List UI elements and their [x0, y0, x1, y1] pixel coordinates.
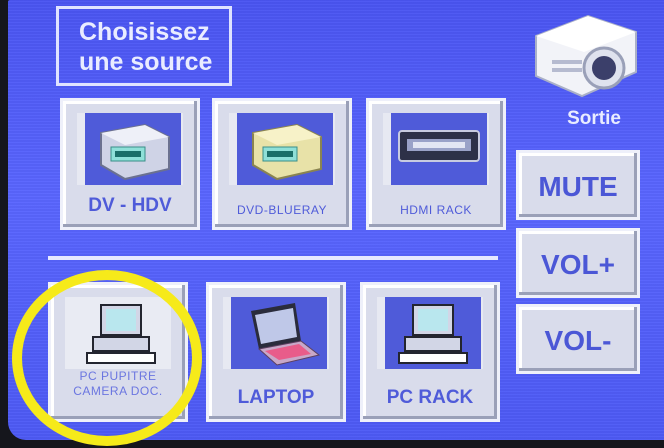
source-label: DVD-BLUERAY	[237, 203, 327, 217]
laptop-icon	[231, 297, 327, 369]
projector-icon	[535, 14, 637, 98]
output-label: Sortie	[567, 108, 621, 129]
rack-device-icon	[391, 113, 487, 185]
page-title: Choisissez une source	[56, 6, 232, 86]
source-label: PC RACK	[386, 387, 474, 408]
source-button-laptop[interactable]: LAPTOP	[206, 282, 346, 422]
tape-deck-icon	[237, 113, 333, 185]
source-label: LAPTOP	[237, 387, 315, 408]
volume-down-button[interactable]: VOL-	[516, 304, 640, 374]
source-button-hdmi-rack[interactable]: HDMI RACK	[366, 98, 506, 230]
divider	[48, 256, 498, 260]
computer-icon	[385, 297, 481, 369]
source-button-dv-hdv[interactable]: DV - HDV	[60, 98, 200, 230]
source-button-pc-rack[interactable]: PC RACK	[360, 282, 500, 422]
source-button-dvd-blueray[interactable]: DVD-BLUERAY	[212, 98, 352, 230]
source-label: DV - HDV	[88, 195, 172, 216]
volume-up-button[interactable]: VOL+	[516, 228, 640, 298]
source-label: HDMI RACK	[400, 203, 472, 217]
title-line-2: une source	[79, 48, 213, 76]
highlight-circle	[12, 270, 202, 446]
mute-button[interactable]: MUTE	[516, 150, 640, 220]
tape-deck-icon	[85, 113, 181, 185]
title-line-1: Choisissez	[79, 18, 210, 46]
